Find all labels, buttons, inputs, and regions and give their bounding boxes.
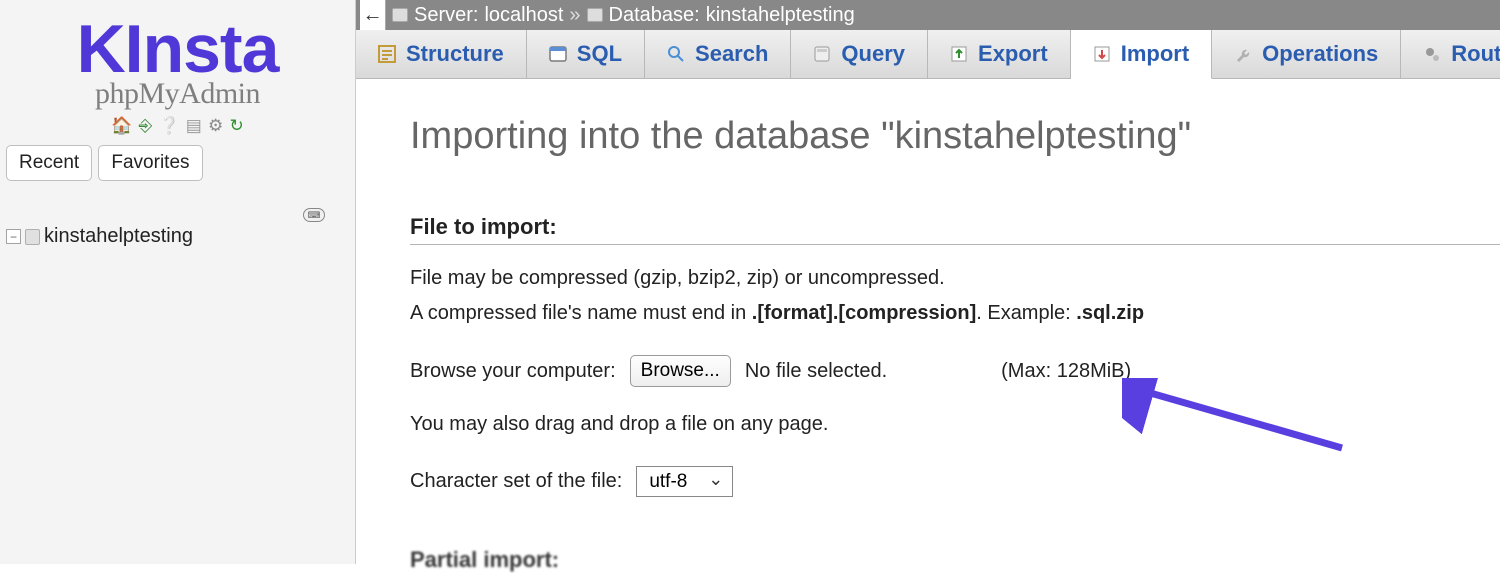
database-icon — [587, 8, 603, 22]
sidebar: KInsta phpMyAdmin 🏠 ⎆ ❔ ▤ ⚙ ↻ Recent Fav… — [0, 0, 356, 564]
partial-import-heading: Partial import: — [410, 547, 1500, 573]
database-icon — [25, 229, 40, 245]
expand-icon[interactable]: − — [6, 229, 21, 244]
divider — [410, 244, 1500, 245]
main: ← Server: localhost » Database: kinstahe… — [356, 0, 1500, 564]
tab-operations[interactable]: Operations — [1212, 30, 1401, 78]
tab-label: Routi — [1451, 41, 1500, 67]
format-hint-bold2: .sql.zip — [1076, 302, 1144, 324]
tab-export[interactable]: Export — [928, 30, 1071, 78]
query-icon — [813, 45, 831, 63]
no-file-selected: No file selected. — [745, 360, 887, 383]
tab-label: Import — [1121, 41, 1189, 67]
doc-icon[interactable]: ▤ — [186, 117, 202, 134]
gear-icon[interactable]: ⚙ — [208, 117, 223, 134]
format-hint: A compressed file's name must end in .[f… — [410, 298, 1500, 329]
favorites-tab[interactable]: Favorites — [98, 145, 202, 181]
back-button[interactable]: ← — [360, 0, 386, 30]
tab-label: Query — [841, 41, 905, 67]
db-tree: − kinstahelptesting — [0, 225, 355, 248]
compression-hint: File may be compressed (gzip, bzip2, zip… — [410, 263, 1500, 294]
breadcrumb-server-value[interactable]: localhost — [484, 4, 563, 27]
browse-button[interactable]: Browse... — [630, 355, 731, 387]
tab-label: Operations — [1262, 41, 1378, 67]
export-icon — [950, 45, 968, 63]
logo: KInsta phpMyAdmin — [0, 0, 355, 111]
help-icon[interactable]: ❔ — [158, 117, 179, 134]
format-hint-bold1: .[format].[compression] — [752, 302, 976, 324]
tab-sql[interactable]: SQL — [527, 30, 645, 78]
breadcrumb-separator: » — [569, 4, 580, 27]
format-hint-pre: A compressed file's name must end in — [410, 302, 752, 324]
sidebar-quick-icons: 🏠 ⎆ ❔ ▤ ⚙ ↻ — [0, 117, 355, 135]
gears-icon — [1423, 45, 1441, 63]
tab-routines[interactable]: Routi — [1401, 30, 1500, 78]
structure-icon — [378, 45, 396, 63]
search-icon — [667, 45, 685, 63]
logo-kinsta: KInsta — [0, 4, 355, 75]
browse-label: Browse your computer: — [410, 360, 616, 383]
breadcrumb-db-label: Database: — [609, 4, 700, 27]
charset-row: Character set of the file: utf-8 — [410, 466, 1500, 497]
tab-label: Search — [695, 41, 768, 67]
page-title: Importing into the database "kinstahelpt… — [410, 115, 1500, 158]
file-to-import-heading: File to import: — [410, 214, 1500, 240]
tab-label: Structure — [406, 41, 504, 67]
reload-icon[interactable]: ↻ — [229, 117, 243, 134]
sql-icon — [549, 45, 567, 63]
logo-phpmyadmin: phpMyAdmin — [0, 77, 355, 111]
sidebar-nav-tabs: Recent Favorites — [6, 145, 355, 181]
tab-import[interactable]: Import — [1071, 30, 1212, 79]
server-icon — [392, 8, 408, 22]
tabstrip: Structure SQL Search Query Export — [356, 30, 1500, 79]
tab-query[interactable]: Query — [791, 30, 928, 78]
charset-label: Character set of the file: — [410, 470, 622, 493]
breadcrumb: ← Server: localhost » Database: kinstahe… — [356, 0, 1500, 30]
home-icon[interactable]: 🏠 — [111, 117, 132, 134]
tab-structure[interactable]: Structure — [356, 30, 527, 78]
import-page: Importing into the database "kinstahelpt… — [356, 79, 1500, 573]
charset-select[interactable]: utf-8 — [636, 466, 733, 497]
browse-row: Browse your computer: Browse... No file … — [410, 355, 1500, 387]
import-icon — [1093, 45, 1111, 63]
tab-label: Export — [978, 41, 1048, 67]
breadcrumb-db-value[interactable]: kinstahelptesting — [706, 4, 855, 27]
tree-db-label: kinstahelptesting — [44, 225, 193, 248]
tab-search[interactable]: Search — [645, 30, 791, 78]
link-icon[interactable]: ⌨ — [303, 208, 325, 222]
dragdrop-hint: You may also drag and drop a file on any… — [410, 409, 1500, 440]
tab-label: SQL — [577, 41, 622, 67]
recent-tab[interactable]: Recent — [6, 145, 92, 181]
wrench-icon — [1234, 45, 1252, 63]
max-size: (Max: 128MiB) — [1001, 360, 1131, 383]
tree-row-db[interactable]: − kinstahelptesting — [6, 225, 355, 248]
breadcrumb-server-label: Server: — [414, 4, 478, 27]
exit-icon[interactable]: ⎆ — [139, 117, 153, 134]
format-hint-mid: . Example: — [976, 302, 1076, 324]
